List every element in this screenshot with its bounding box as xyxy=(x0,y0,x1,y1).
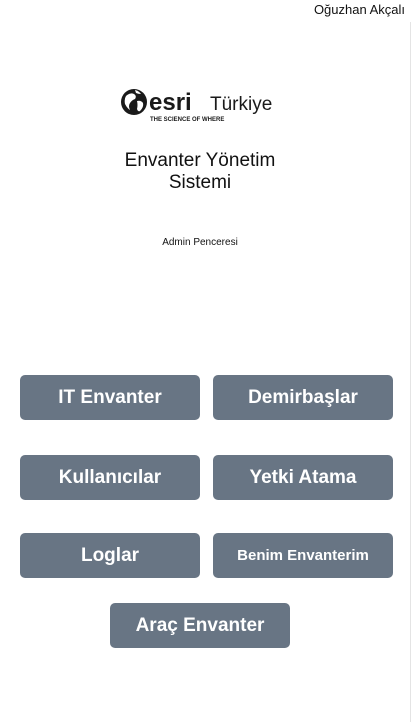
page-title: Envanter Yönetim Sistemi xyxy=(0,150,400,194)
it-envanter-button[interactable]: IT Envanter xyxy=(20,375,200,420)
logo-tagline-text: THE SCIENCE OF WHERE xyxy=(150,117,224,123)
arac-envanter-button[interactable]: Araç Envanter xyxy=(110,603,290,648)
logo-region-text: Türkiye xyxy=(210,94,272,115)
demirbaslar-button[interactable]: Demirbaşlar xyxy=(213,375,393,420)
page-title-line1: Envanter Yönetim xyxy=(124,150,276,171)
logo-brand-text: esri xyxy=(149,89,192,116)
admin-page: Oğuzhan Akçalı esri Türkiye THE SCIENCE … xyxy=(0,0,411,722)
esri-turkiye-logo: esri Türkiye THE SCIENCE OF WHERE xyxy=(121,89,272,123)
benim-envanterim-button[interactable]: Benim Envanterim xyxy=(213,533,393,578)
globe-icon xyxy=(121,89,147,115)
user-name[interactable]: Oğuzhan Akçalı xyxy=(314,2,405,17)
page-title-line2: Sistemi xyxy=(168,172,232,193)
page-subtitle: Admin Penceresi xyxy=(162,237,238,248)
loglar-button[interactable]: Loglar xyxy=(20,533,200,578)
kullanicilar-button[interactable]: Kullanıcılar xyxy=(20,455,200,500)
yetki-atama-button[interactable]: Yetki Atama xyxy=(213,455,393,500)
